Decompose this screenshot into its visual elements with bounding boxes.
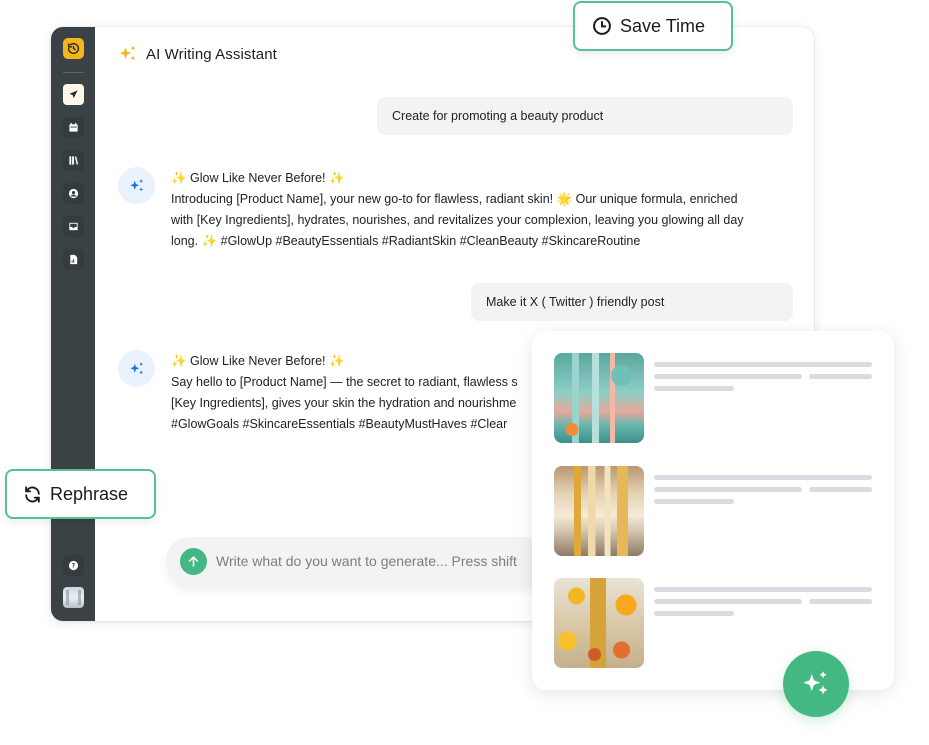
inbox-icon (69, 222, 78, 231)
rephrase-label: Rephrase (50, 483, 129, 504)
skeleton-line (654, 499, 734, 504)
sidebar: ? (51, 27, 95, 621)
report-icon (70, 254, 78, 265)
sidebar-item-library[interactable] (63, 150, 84, 171)
library-icon (69, 156, 79, 165)
sidebar-item-send[interactable] (63, 84, 84, 105)
sidebar-item-account[interactable] (63, 183, 84, 204)
user-message-text: Make it X ( Twitter ) friendly post (486, 295, 665, 309)
result-thumbnail (554, 466, 644, 556)
skeleton-line (654, 611, 734, 616)
arrow-up-icon (188, 555, 199, 567)
user-avatar[interactable] (63, 587, 84, 608)
message-line: with [Key Ingredients], hydrates, nouris… (171, 213, 744, 227)
page-title: AI Writing Assistant (146, 45, 277, 63)
help-icon: ? (68, 560, 79, 571)
result-thumbnail (554, 578, 644, 668)
skeleton-line (654, 599, 802, 604)
skeleton-line (654, 386, 734, 391)
sparkles-icon (129, 361, 143, 374)
user-circle-icon (68, 188, 79, 199)
user-message: Create for promoting a beauty product (377, 97, 793, 135)
send-icon (69, 90, 78, 99)
sidebar-divider (63, 72, 84, 73)
skeleton-line (654, 475, 872, 480)
message-heading: ✨ Glow Like Never Before! ✨ (171, 354, 345, 368)
ai-generate-button[interactable] (783, 651, 849, 717)
skeleton-line (654, 362, 872, 367)
result-item[interactable] (554, 466, 872, 556)
message-line: Introducing [Product Name], your new go-… (171, 192, 738, 206)
result-item[interactable] (554, 353, 872, 443)
app-logo[interactable] (63, 38, 84, 59)
skeleton-line (809, 599, 872, 604)
skeleton-line (654, 374, 802, 379)
message-line: [Key Ingredients], gives your skin the h… (171, 396, 517, 410)
history-icon (67, 42, 80, 55)
assistant-avatar (118, 167, 155, 204)
message-line: Say hello to [Product Name] — the secret… (171, 375, 518, 389)
skeleton-line (654, 487, 802, 492)
sparkles-icon (803, 671, 828, 695)
sparkles-icon (119, 45, 136, 61)
sidebar-item-inbox[interactable] (63, 216, 84, 237)
user-message-text: Create for promoting a beauty product (392, 109, 604, 123)
message-line: #GlowGoals #SkincareEssentials #BeautyMu… (171, 417, 508, 431)
save-time-badge: Save Time (573, 1, 733, 51)
message-heading: ✨ Glow Like Never Before! ✨ (171, 171, 345, 185)
skeleton-line (809, 487, 872, 492)
sidebar-item-reports[interactable] (63, 249, 84, 270)
send-button[interactable] (180, 547, 207, 575)
skeleton-line (654, 587, 872, 592)
refresh-icon (25, 485, 40, 503)
sidebar-item-calendar[interactable] (63, 117, 84, 138)
message-line: long. ✨ #GlowUp #BeautyEssentials #Radia… (171, 234, 641, 248)
image-results-card (532, 331, 894, 690)
result-thumbnail (554, 353, 644, 443)
assistant-message-text: ✨ Glow Like Never Before! ✨ Introducing … (171, 168, 744, 252)
help-button[interactable]: ? (63, 555, 84, 576)
sparkles-icon (129, 178, 143, 191)
assistant-avatar (118, 350, 155, 387)
rephrase-badge: Rephrase (5, 469, 156, 519)
calendar-icon (69, 122, 78, 132)
header: AI Writing Assistant (118, 44, 277, 64)
skeleton-line (809, 374, 872, 379)
svg-text:?: ? (72, 563, 76, 570)
user-message: Make it X ( Twitter ) friendly post (471, 283, 793, 321)
assistant-message-text: ✨ Glow Like Never Before! ✨ Say hello to… (171, 351, 518, 435)
clock-icon (593, 17, 611, 35)
save-time-label: Save Time (620, 15, 706, 36)
